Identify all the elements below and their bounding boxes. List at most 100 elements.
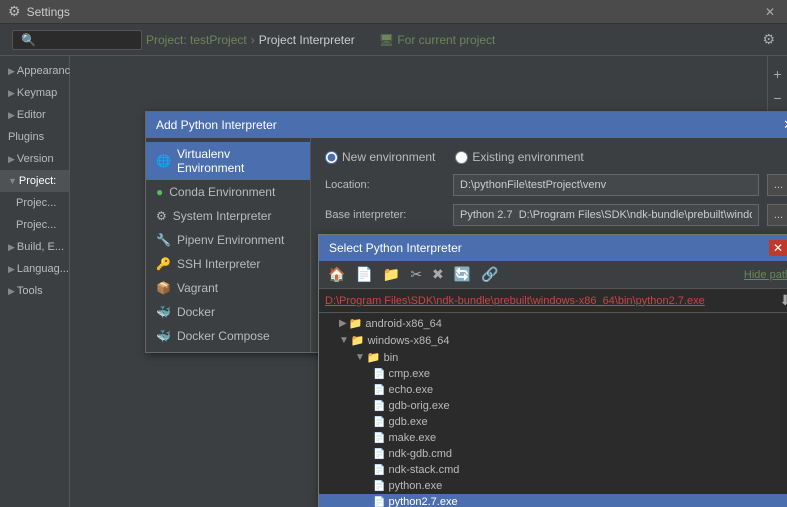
- conda-label: Conda Environment: [169, 185, 275, 199]
- toolbar-link-button[interactable]: 🔗: [478, 265, 501, 284]
- sidebar-item-project[interactable]: ▼Project:: [0, 170, 69, 192]
- window-close-button[interactable]: ✕: [761, 5, 779, 19]
- existing-environment-option[interactable]: Existing environment: [455, 150, 583, 164]
- sidebar-item-version[interactable]: ▶Version: [0, 148, 69, 170]
- sidebar-item-project1[interactable]: Projec...: [0, 192, 69, 214]
- tree-item-gdb[interactable]: 📄 gdb.exe: [319, 414, 787, 430]
- tree-label-make: make.exe: [388, 432, 436, 444]
- interp-system[interactable]: ⚙ System Interpreter: [146, 204, 310, 228]
- folder-icon-bin: 📁: [367, 351, 381, 364]
- interp-vagrant[interactable]: 📦 Vagrant: [146, 276, 310, 300]
- interp-virtualenv[interactable]: 🌐 Virtualenv Environment: [146, 142, 310, 180]
- file-icon-cmp: 📄: [373, 369, 385, 380]
- sidebar-item-appearance[interactable]: ▶Appearance: [0, 60, 69, 82]
- docker-label: Docker: [177, 305, 215, 319]
- path-input[interactable]: [325, 295, 775, 307]
- tree-item-cmp[interactable]: 📄 cmp.exe: [319, 366, 787, 382]
- existing-environment-radio[interactable]: [455, 151, 468, 164]
- interp-pipenv[interactable]: 🔧 Pipenv Environment: [146, 228, 310, 252]
- tree-item-python27[interactable]: 📄 python2.7.exe: [319, 494, 787, 507]
- file-icon-ndk-stack: 📄: [373, 465, 385, 476]
- file-icon-python27: 📄: [373, 497, 385, 507]
- tree-item-python[interactable]: 📄 python.exe: [319, 478, 787, 494]
- virtualenv-icon: 🌐: [156, 154, 171, 168]
- interp-docker[interactable]: 🐳 Docker: [146, 300, 310, 324]
- path-download-button[interactable]: ⬇: [779, 292, 787, 309]
- search-input[interactable]: [12, 30, 142, 50]
- folder-icon-android: 📁: [349, 317, 363, 330]
- interpreter-sidebar: 🌐 Virtualenv Environment ● Conda Environ…: [146, 138, 311, 352]
- system-label: System Interpreter: [173, 209, 272, 223]
- tree-label-python: python.exe: [388, 480, 442, 492]
- tree-item-ndk-stack[interactable]: 📄 ndk-stack.cmd: [319, 462, 787, 478]
- toolbar-cut-button[interactable]: ✂: [407, 265, 425, 284]
- select-interpreter-close-button[interactable]: ✕: [769, 240, 787, 256]
- ssh-label: SSH Interpreter: [177, 257, 260, 271]
- tree-item-android[interactable]: ▶ 📁 android-x86_64: [319, 315, 787, 332]
- system-icon: ⚙: [156, 209, 167, 223]
- main-area: Add Python Interpreter ✕ 🌐 Virtualenv En…: [70, 56, 787, 507]
- file-icon-gdb-orig: 📄: [373, 401, 385, 412]
- select-interpreter-dialog: Select Python Interpreter ✕ 🏠 📄 📁 ✂ ✖ 🔄 …: [318, 234, 787, 507]
- tree-label-python27: python2.7.exe: [388, 496, 457, 507]
- tree-item-gdb-orig[interactable]: 📄 gdb-orig.exe: [319, 398, 787, 414]
- base-interpreter-browse-button[interactable]: ...: [767, 204, 787, 226]
- interp-conda[interactable]: ● Conda Environment: [146, 180, 310, 204]
- virtualenv-label: Virtualenv Environment: [177, 147, 300, 175]
- settings-icon: ⚙: [8, 3, 21, 20]
- sidebar-item-editor[interactable]: ▶Editor: [0, 104, 69, 126]
- gear-button[interactable]: ⚙: [762, 31, 775, 48]
- toolbar-delete-button[interactable]: ✖: [429, 265, 447, 284]
- new-environment-option[interactable]: New environment: [325, 150, 435, 164]
- select-interpreter-title-bar: Select Python Interpreter ✕: [319, 235, 787, 261]
- title-bar: ⚙ Settings ✕: [0, 0, 787, 24]
- add-interpreter-close-button[interactable]: ✕: [783, 117, 787, 133]
- sidebar-item-keymap[interactable]: ▶Keymap: [0, 82, 69, 104]
- remove-button[interactable]: −: [771, 88, 783, 108]
- add-button[interactable]: +: [771, 64, 783, 84]
- tree-item-ndk-gdb[interactable]: 📄 ndk-gdb.cmd: [319, 446, 787, 462]
- tree-item-make[interactable]: 📄 make.exe: [319, 430, 787, 446]
- base-interpreter-row: Base interpreter: ...: [325, 204, 787, 226]
- tree-arrow-android: ▶: [339, 318, 347, 329]
- tree-item-windows[interactable]: ▼ 📁 windows-x86_64: [319, 332, 787, 349]
- sidebar-item-tools[interactable]: ▶Tools: [0, 280, 69, 302]
- breadcrumb-project: Project: testProject: [146, 33, 247, 47]
- tree-item-echo[interactable]: 📄 echo.exe: [319, 382, 787, 398]
- pipenv-label: Pipenv Environment: [177, 233, 284, 247]
- tree-label-windows: windows-x86_64: [368, 335, 450, 347]
- tree-item-bin[interactable]: ▼ 📁 bin: [319, 349, 787, 366]
- content-row: ▶Appearance ▶Keymap ▶Editor Plugins ▶Ver…: [0, 56, 787, 507]
- location-input[interactable]: [453, 174, 759, 196]
- add-interpreter-title: Add Python Interpreter: [156, 118, 277, 132]
- location-browse-button[interactable]: ...: [767, 174, 787, 196]
- folder-icon-windows: 📁: [351, 334, 365, 347]
- tree-label-ndk-stack: ndk-stack.cmd: [388, 464, 459, 476]
- sidebar-item-project2[interactable]: Projec...: [0, 214, 69, 236]
- select-toolbar-left: 🏠 📄 📁 ✂ ✖ 🔄 🔗: [325, 265, 502, 284]
- sidebar-item-build[interactable]: ▶Build, E...: [0, 236, 69, 258]
- toolbar-home-button[interactable]: 🏠: [325, 265, 348, 284]
- file-icon-ndk-gdb: 📄: [373, 449, 385, 460]
- interp-ssh[interactable]: 🔑 SSH Interpreter: [146, 252, 310, 276]
- ssh-icon: 🔑: [156, 257, 171, 271]
- tree-label-gdb: gdb.exe: [388, 416, 427, 428]
- vagrant-icon: 📦: [156, 281, 171, 295]
- hide-path-button[interactable]: Hide path: [744, 269, 787, 281]
- sidebar-item-languages[interactable]: ▶Languag...: [0, 258, 69, 280]
- tree-label-echo: echo.exe: [388, 384, 433, 396]
- interp-docker-compose[interactable]: 🐳 Docker Compose: [146, 324, 310, 348]
- tree-label-android: android-x86_64: [365, 318, 441, 330]
- toolbar-refresh-button[interactable]: 🔄: [451, 265, 474, 284]
- docker-compose-icon: 🐳: [156, 329, 171, 343]
- file-icon-gdb: 📄: [373, 417, 385, 428]
- base-interpreter-input[interactable]: [453, 204, 759, 226]
- new-environment-radio[interactable]: [325, 151, 338, 164]
- window-title: Settings: [27, 5, 70, 19]
- location-label: Location:: [325, 179, 445, 191]
- toolbar-folder-button[interactable]: 📁: [380, 265, 403, 284]
- file-tree: ▶ 📁 android-x86_64 ▼ 📁 windows-x86_64: [319, 313, 787, 507]
- toolbar-file-button[interactable]: 📄: [352, 265, 375, 284]
- conda-icon: ●: [156, 185, 163, 199]
- sidebar-item-plugins[interactable]: Plugins: [0, 126, 69, 148]
